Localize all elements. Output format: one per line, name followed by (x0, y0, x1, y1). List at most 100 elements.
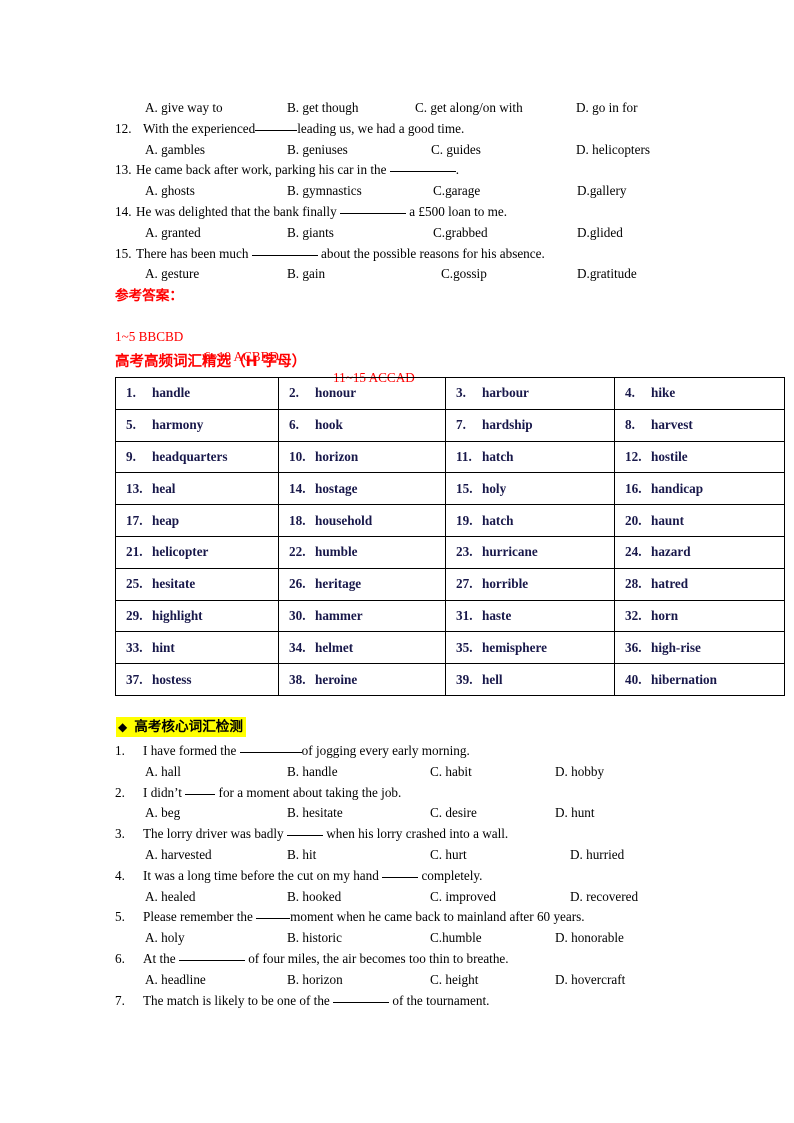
table-row: 17. heap 18. household 19. hatch 20. haunt (115, 504, 785, 537)
vocab-index: 28. (625, 576, 642, 592)
vocab-word: harmony (152, 417, 204, 433)
option-a: A. healed (145, 888, 196, 904)
vocab-word: hint (152, 639, 175, 655)
vocab-word: hatred (651, 576, 689, 592)
vocab-index: 29. (126, 607, 143, 623)
vocab-index: 13. (126, 480, 143, 496)
option-a: A. ghosts (145, 183, 195, 199)
vocab-index: 4. (625, 385, 635, 401)
option-a: A. beg (145, 805, 181, 821)
vocab-cell: 37. hostess (115, 663, 279, 696)
options-row: A. ghosts B. gymnastics C.garage D.galle… (115, 181, 775, 202)
vocab-word: hazard (651, 544, 691, 560)
question-number: 3. (115, 826, 125, 842)
vocab-index: 16. (625, 480, 642, 496)
vocab-index: 40. (625, 671, 642, 687)
vocab-word: haunt (651, 512, 684, 528)
option-d: D. honorable (555, 930, 624, 946)
vocab-word: hostile (651, 448, 688, 464)
vocab-cell: 11. hatch (445, 440, 615, 474)
stem-text-after: about the possible reasons for his absen… (317, 245, 545, 261)
vocabulary-table: 1. handle 2. honour 3. harbour 4. hike 5. har… (115, 377, 785, 696)
option-c: C.gossip (441, 266, 487, 282)
vocab-cell: 32. horn (614, 599, 785, 633)
vocab-index: 36. (625, 639, 642, 655)
answer-blank (239, 752, 302, 753)
vocab-cell: 36. high-rise (614, 631, 785, 665)
option-c: C. improved (430, 888, 496, 904)
options-row: A. healed B. hooked C. improved D. recov… (115, 887, 785, 908)
stem-text-after: moment when he came back to mainland aft… (290, 909, 585, 925)
table-row: 1. handle 2. honour 3. harbour 4. hike (115, 377, 785, 410)
vocab-index: 14. (289, 480, 306, 496)
vocab-index: 3. (456, 385, 466, 401)
question-stem: 2. I didn’t for a moment about taking the… (115, 783, 785, 804)
options-row: A. hall B. handle C. habit D. hobby (115, 762, 785, 783)
question-number: 1. (115, 743, 125, 758)
vocab-cell: 6. hook (278, 408, 446, 442)
option-c: C.grabbed (433, 224, 488, 240)
question-number: 12. (115, 120, 132, 136)
vocab-word: horizon (315, 448, 359, 464)
vocab-cell: 15. holy (445, 472, 615, 506)
vocab-cell: 33. hint (115, 631, 279, 665)
question-number: 5. (115, 909, 125, 925)
vocab-cell: 18. household (278, 504, 446, 537)
options-row: A. gambles B. geniuses C. guides D. heli… (115, 140, 775, 161)
answer-blank (333, 1001, 390, 1003)
stem-text-before: He came back after work, parking his car… (136, 162, 390, 178)
answer-key-line: 1~5 BBCBD 6~10 ACBBD 11~15 ACCAD (115, 306, 775, 385)
vocab-word: humble (315, 544, 358, 560)
option-b: B. get though (287, 100, 359, 115)
vocab-word: handicap (651, 480, 704, 496)
answer-blank (178, 959, 245, 961)
option-d: D. hobby (555, 763, 605, 779)
vocab-word: household (315, 512, 373, 528)
option-a: A. granted (145, 224, 201, 240)
table-row: 13. heal 14. hostage 15. holy 16. handicap (115, 472, 785, 506)
vocab-cell: 2. honour (278, 377, 446, 410)
vocab-cell: 26. heritage (278, 567, 446, 601)
vocab-cell: 28. hatred (614, 567, 785, 601)
question-number: 6. (115, 950, 125, 966)
vocab-index: 2. (289, 385, 299, 401)
vocab-word: hatch (482, 448, 514, 464)
stem-text-before: I didn’t (143, 784, 186, 800)
vocab-word: high-rise (651, 639, 701, 655)
answer-blank (339, 212, 406, 214)
option-d: D. go in for (576, 100, 638, 115)
stem-text-after: of four miles, the air becomes too thin … (244, 950, 509, 966)
stem-text-after: when his lorry crashed into a wall. (322, 826, 509, 842)
stem-text-after: of the tournament. (389, 992, 490, 1008)
vocab-index: 5. (126, 417, 136, 433)
vocab-index: 31. (456, 607, 473, 623)
vocab-index: 39. (456, 671, 473, 687)
vocab-index: 19. (456, 512, 473, 528)
table-row: 5. harmony 6. hook 7. hardship 8. harvest (115, 408, 785, 442)
vocab-word: highlight (152, 607, 203, 623)
option-d: D.glided (577, 224, 623, 240)
vocab-cell: 1. handle (115, 377, 279, 410)
option-b: B. horizon (287, 971, 343, 987)
vocab-cell: 40. hibernation (614, 663, 785, 696)
vocab-cell: 5. harmony (115, 408, 279, 442)
table-row: 37. hostess 38. heroine 39. hell 40. hiberna… (115, 663, 785, 696)
option-b: B. handle (287, 763, 338, 779)
question-stem: 3. The lorry driver was badly when his lo… (115, 824, 785, 845)
vocab-cell: 27. horrible (445, 567, 615, 601)
question-stem: 6. At the of four miles, the air becomes … (115, 949, 785, 970)
vocab-word: helicopter (152, 544, 209, 560)
table-row: 29. highlight 30. hammer 31. haste 32. horn (115, 599, 785, 633)
vocab-word: hemisphere (482, 639, 547, 655)
vocab-word: headquarters (152, 448, 228, 464)
option-c: C. get along/on with (415, 100, 523, 115)
vocab-index: 34. (289, 639, 306, 655)
option-d: D.gallery (577, 183, 627, 199)
vocab-cell: 19. hatch (445, 504, 615, 537)
stem-text-before: The match is likely to be one of the (143, 992, 334, 1008)
vocab-cell: 24. hazard (614, 535, 785, 569)
vocab-word: holy (482, 480, 507, 496)
vocab-cell: 3. harbour (445, 377, 615, 410)
options-row: A. gesture B. gain C.gossip D.gratitude (115, 264, 775, 285)
option-d: D. hurried (570, 846, 625, 862)
